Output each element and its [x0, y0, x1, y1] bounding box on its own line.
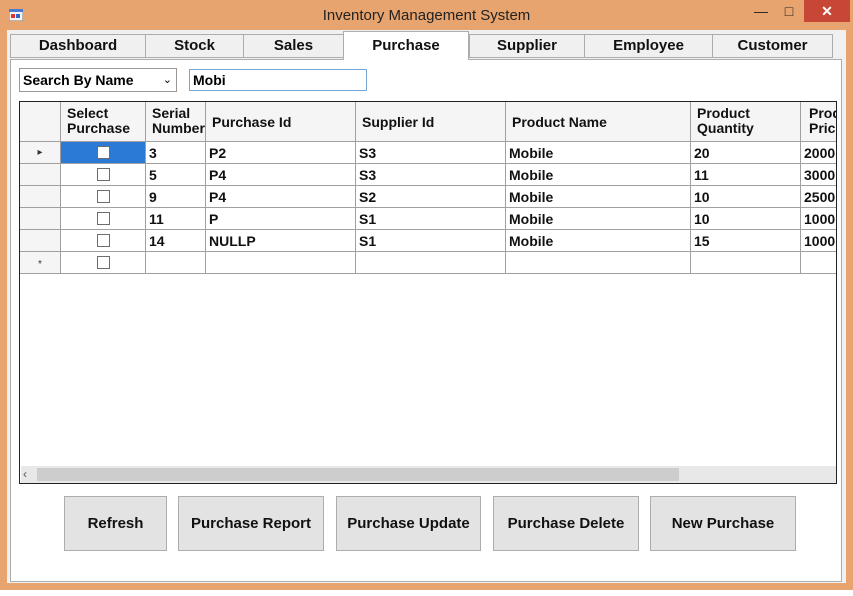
table-cell[interactable]: Mobile — [506, 142, 691, 164]
row-header[interactable] — [20, 186, 61, 208]
column-header-select-purchase[interactable]: Select Purchase — [61, 102, 146, 142]
tab-sales[interactable]: Sales — [243, 34, 344, 58]
purchase-checkbox[interactable] — [96, 190, 110, 203]
table-cell[interactable]: 3000 — [801, 164, 836, 186]
table-cell[interactable]: 11 — [146, 208, 206, 230]
app-window: Inventory Management System — □ ✕ Dashbo… — [0, 0, 853, 590]
select-cell[interactable] — [61, 208, 146, 230]
purchase-report-button[interactable]: Purchase Report — [178, 496, 324, 551]
column-header-product-name[interactable]: Product Name — [506, 102, 691, 142]
purchase-checkbox[interactable] — [96, 146, 110, 159]
tab-dashboard[interactable]: Dashboard — [10, 34, 146, 58]
table-cell[interactable]: 10 — [691, 208, 801, 230]
table-cell[interactable]: 15 — [691, 230, 801, 252]
table-cell[interactable]: 2500 — [801, 186, 836, 208]
table-cell[interactable]: Mobile — [506, 164, 691, 186]
purchase-checkbox[interactable] — [96, 212, 110, 225]
row-header[interactable] — [20, 164, 61, 186]
search-mode-value: Search By Name — [23, 72, 134, 88]
row-header[interactable] — [20, 230, 61, 252]
table-cell[interactable] — [206, 252, 356, 274]
table-cell[interactable]: 11 — [691, 164, 801, 186]
table-cell[interactable]: Mobile — [506, 230, 691, 252]
tab-supplier[interactable]: Supplier — [469, 34, 585, 58]
column-header-serial-number[interactable]: Serial Number — [146, 102, 206, 142]
table-cell[interactable]: 20 — [691, 142, 801, 164]
table-cell[interactable] — [801, 252, 836, 274]
refresh-button[interactable]: Refresh — [64, 496, 167, 551]
purchase-checkbox[interactable] — [96, 234, 110, 247]
table-cell[interactable]: S1 — [356, 230, 506, 252]
select-cell[interactable] — [61, 186, 146, 208]
column-header-product-price[interactable]: Product Price — [801, 102, 836, 142]
table-cell[interactable]: 1000 — [801, 230, 836, 252]
tab-stock[interactable]: Stock — [145, 34, 244, 58]
select-cell[interactable] — [61, 230, 146, 252]
new-purchase-button[interactable]: New Purchase — [650, 496, 796, 551]
horizontal-scrollbar[interactable]: ‹ — [21, 466, 836, 483]
table-cell[interactable]: S3 — [356, 164, 506, 186]
scrollbar-thumb[interactable] — [37, 468, 679, 481]
column-header-supplier-id[interactable]: Supplier Id — [356, 102, 506, 142]
tab-employee[interactable]: Employee — [584, 34, 713, 58]
search-mode-select[interactable]: Search By Name ⌄ — [19, 68, 177, 92]
select-cell[interactable] — [61, 252, 146, 274]
scroll-left-icon[interactable]: ‹ — [23, 466, 27, 483]
column-header-purchase-id[interactable]: Purchase Id — [206, 102, 356, 142]
minimize-button[interactable]: — — [748, 0, 774, 22]
purchase-delete-button[interactable]: Purchase Delete — [493, 496, 639, 551]
row-header-new[interactable]: * — [20, 252, 61, 274]
table-cell[interactable]: Mobile — [506, 208, 691, 230]
window-title: Inventory Management System — [322, 7, 531, 24]
table-cell[interactable]: 10 — [691, 186, 801, 208]
table-cell[interactable]: 2000 — [801, 142, 836, 164]
row-header[interactable] — [20, 208, 61, 230]
table-cell[interactable] — [506, 252, 691, 274]
table-cell[interactable]: S2 — [356, 186, 506, 208]
purchase-grid: Select Purchase Serial Number Purchase I… — [19, 101, 837, 484]
select-cell[interactable] — [61, 142, 146, 164]
table-cell[interactable] — [146, 252, 206, 274]
table-cell[interactable]: P4 — [206, 186, 356, 208]
table-cell[interactable]: S1 — [356, 208, 506, 230]
table-cell[interactable]: P4 — [206, 164, 356, 186]
row-header-current[interactable]: ▸ — [20, 142, 61, 164]
purchase-update-button[interactable]: Purchase Update — [336, 496, 481, 551]
table-cell[interactable] — [356, 252, 506, 274]
grid-corner-header[interactable] — [20, 102, 61, 142]
table-cell[interactable]: 5 — [146, 164, 206, 186]
new-row-icon: * — [38, 259, 42, 270]
select-cell[interactable] — [61, 164, 146, 186]
maximize-button[interactable]: □ — [776, 0, 802, 22]
chevron-down-icon: ⌄ — [162, 74, 172, 86]
tab-purchase[interactable]: Purchase — [343, 31, 469, 60]
purchase-checkbox[interactable] — [96, 256, 110, 269]
tab-customer[interactable]: Customer — [712, 34, 833, 58]
current-row-icon: ▸ — [37, 147, 43, 158]
table-cell[interactable]: Mobile — [506, 186, 691, 208]
purchase-checkbox[interactable] — [96, 168, 110, 181]
close-button[interactable]: ✕ — [804, 0, 850, 22]
table-cell[interactable]: P2 — [206, 142, 356, 164]
table-cell[interactable]: 9 — [146, 186, 206, 208]
table-cell[interactable]: S3 — [356, 142, 506, 164]
title-bar[interactable]: Inventory Management System — □ ✕ — [0, 0, 853, 30]
table-cell[interactable]: 3 — [146, 142, 206, 164]
table-cell[interactable]: 14 — [146, 230, 206, 252]
table-cell[interactable]: 1000 — [801, 208, 836, 230]
table-cell[interactable] — [691, 252, 801, 274]
search-input[interactable]: Mobi — [189, 69, 367, 91]
table-cell[interactable]: NULLP — [206, 230, 356, 252]
client-area: Dashboard Stock Sales Purchase Supplier … — [7, 30, 846, 583]
table-cell[interactable]: P — [206, 208, 356, 230]
column-header-product-quantity[interactable]: Product Quantity — [691, 102, 801, 142]
